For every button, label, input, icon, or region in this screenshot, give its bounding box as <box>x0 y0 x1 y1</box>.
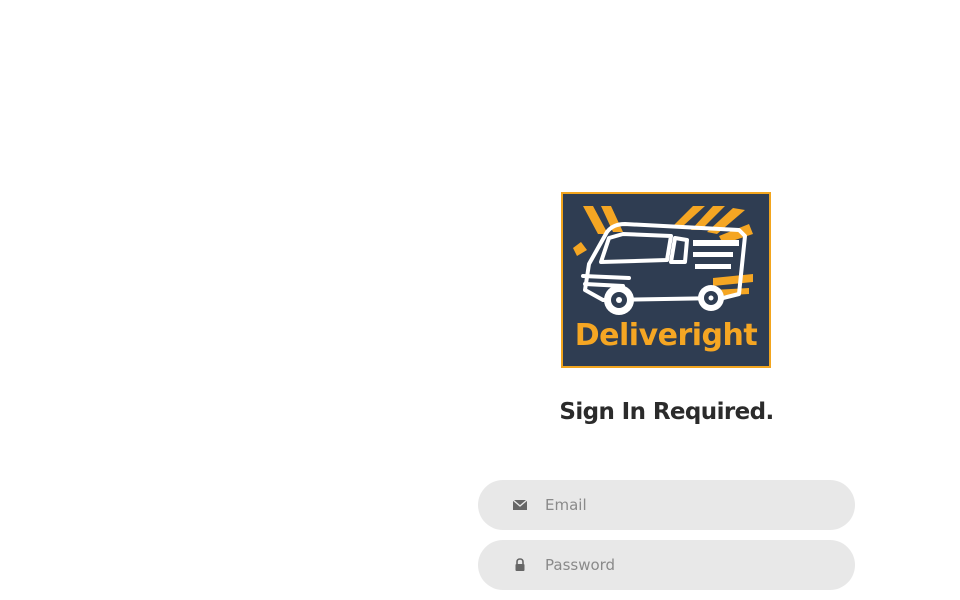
password-field[interactable] <box>478 540 855 590</box>
sign-in-page: Deliveright Sign In Required. <box>0 0 960 600</box>
page-title: Sign In Required. <box>559 399 774 425</box>
envelope-icon <box>512 497 528 513</box>
email-input[interactable] <box>545 480 835 530</box>
lock-icon <box>512 557 528 573</box>
logo-wordmark: Deliveright <box>574 318 758 353</box>
password-input[interactable] <box>545 540 835 590</box>
deliveright-logo: Deliveright <box>561 192 771 368</box>
email-field[interactable] <box>478 480 855 530</box>
